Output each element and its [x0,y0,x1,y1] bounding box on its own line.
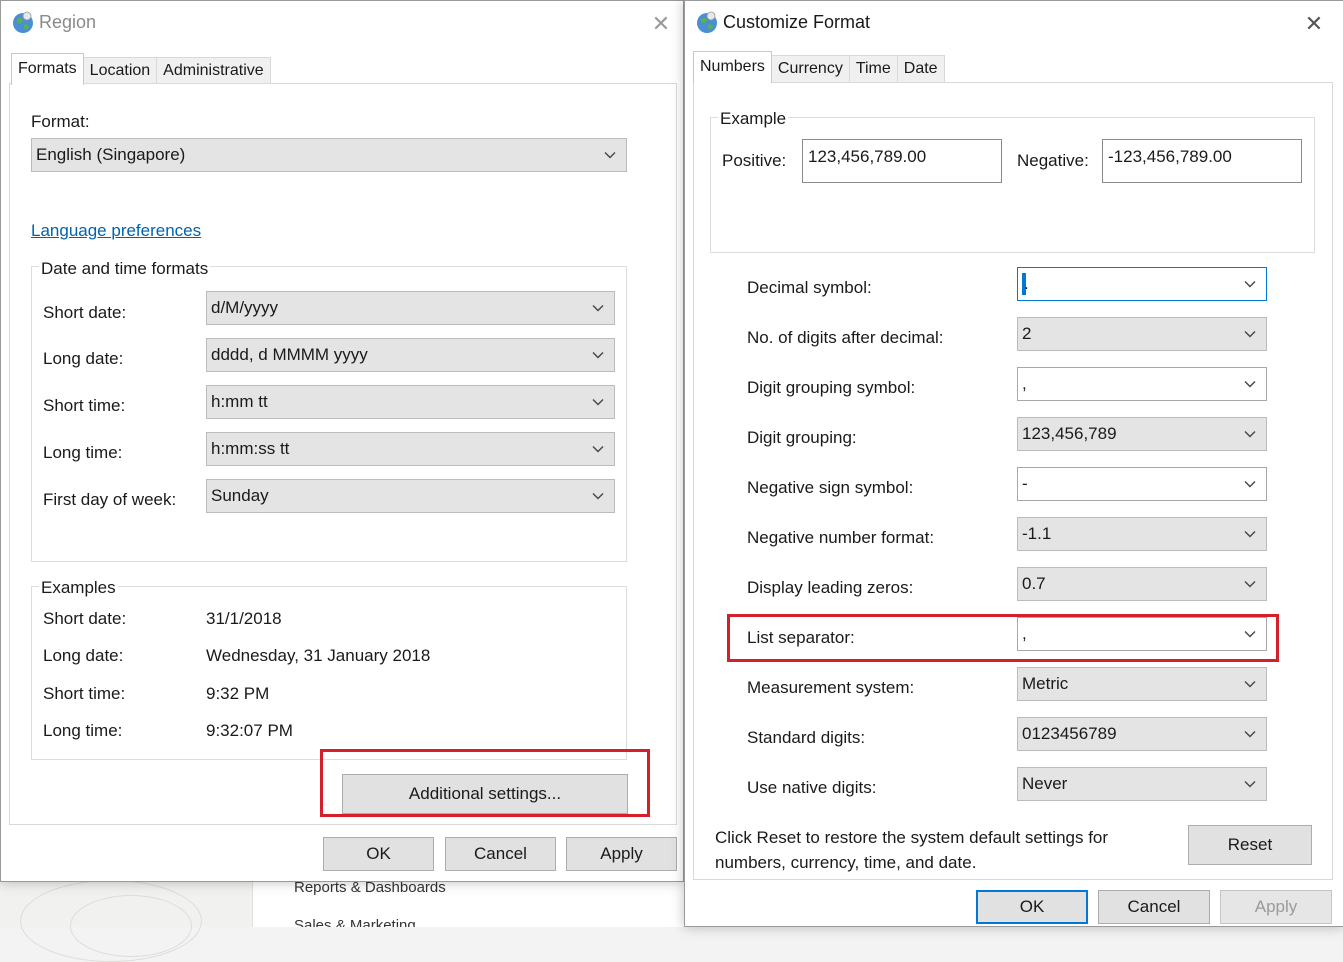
negative-number-format-combo[interactable]: -1.1 [1017,517,1267,551]
standard-digits-label: Standard digits: [747,728,866,747]
example-long-date-value: Wednesday, 31 January 2018 [206,646,431,665]
reset-note: Click Reset to restore the system defaul… [715,828,1109,872]
example-short-time-value: 9:32 PM [206,684,270,703]
measurement-system-combo[interactable]: Metric [1017,667,1267,701]
use-native-digits-combo[interactable]: Never [1017,767,1267,801]
positive-example-field: 123,456,789.00 [802,139,1002,183]
chevron-down-icon [592,399,604,406]
chevron-down-icon [604,152,616,159]
digits-after-decimal-combo[interactable]: 2 [1017,317,1267,351]
negative-example-field: -123,456,789.00 [1102,139,1302,183]
chevron-down-icon [592,305,604,312]
digits-after-decimal-label: No. of digits after decimal: [747,328,944,347]
numbers-panel: Example Positive: 123,456,789.00 Negativ… [693,82,1333,880]
tab-time[interactable]: Time [848,55,898,83]
example-short-time-label: Short time: [43,684,126,703]
chevron-down-icon [1244,681,1256,688]
region-apply-button[interactable]: Apply [566,837,677,871]
tab-administrative[interactable]: Administrative [156,57,271,85]
digit-grouping-symbol-label: Digit grouping symbol: [747,378,916,397]
format-combo[interactable]: English (Singapore) [31,138,627,172]
short-date-label: Short date: [43,303,127,322]
customize-format-window: Customize Format ✕ Numbers Currency Time… [684,0,1343,927]
first-day-combo[interactable]: Sunday [206,479,615,513]
example-short-date-value: 31/1/2018 [206,609,282,628]
region-titlebar[interactable]: Region ✕ [1,1,683,46]
negative-sign-symbol-combo[interactable]: - [1017,467,1267,501]
decimal-symbol-combo[interactable]: . [1017,267,1267,301]
background-menu-item-sales[interactable]: Sales & Marketing [294,917,416,927]
chevron-down-icon [1244,531,1256,538]
region-cancel-button[interactable]: Cancel [445,837,556,871]
measurement-system-label: Measurement system: [747,678,915,697]
customize-close-icon[interactable]: ✕ [1299,10,1329,38]
tab-formats[interactable]: Formats [11,53,84,85]
chevron-down-icon [592,493,604,500]
decimal-symbol-label: Decimal symbol: [747,278,872,297]
first-day-label: First day of week: [43,490,177,509]
digit-grouping-combo[interactable]: 123,456,789 [1017,417,1267,451]
example-title: Example [718,109,789,129]
date-time-formats-title: Date and time formats [39,259,211,279]
digit-grouping-symbol-combo[interactable]: , [1017,367,1267,401]
globe-icon [697,11,717,33]
negative-sign-symbol-label: Negative sign symbol: [747,478,914,497]
example-long-date-label: Long date: [43,646,124,665]
chevron-down-icon [1244,781,1256,788]
region-title: Region [39,12,97,32]
tab-location[interactable]: Location [82,57,158,85]
chevron-down-icon [1244,331,1256,338]
short-time-label: Short time: [43,396,126,415]
format-label: Format: [31,112,90,131]
standard-digits-combo[interactable]: 0123456789 [1017,717,1267,751]
chevron-down-icon [1244,581,1256,588]
customize-titlebar[interactable]: Customize Format ✕ [685,1,1343,46]
chevron-down-icon [1244,731,1256,738]
chevron-down-icon [1244,381,1256,388]
chevron-down-icon [592,352,604,359]
long-date-label: Long date: [43,349,124,368]
example-short-date-label: Short date: [43,609,127,628]
customize-tabs: Numbers Currency Time Date [693,51,945,83]
customize-cancel-button[interactable]: Cancel [1098,890,1210,924]
region-tabs: Formats Location Administrative [11,53,271,85]
short-time-combo[interactable]: h:mm tt [206,385,615,419]
region-ok-button[interactable]: OK [323,837,434,871]
formats-panel: Format: English (Singapore) Language pre… [9,83,677,825]
customize-ok-button[interactable]: OK [976,890,1088,924]
customize-title: Customize Format [723,12,871,32]
tab-date[interactable]: Date [896,55,945,83]
display-leading-zeros-label: Display leading zeros: [747,578,914,597]
tab-numbers[interactable]: Numbers [693,51,772,83]
additional-settings-highlight [320,749,650,817]
chevron-down-icon [1244,281,1256,288]
list-separator-highlight [727,614,1279,662]
example-long-time-value: 9:32:07 PM [206,721,293,740]
language-preferences-link[interactable]: Language preferences [31,221,201,241]
digit-grouping-label: Digit grouping: [747,428,857,447]
display-leading-zeros-combo[interactable]: 0.7 [1017,567,1267,601]
chevron-down-icon [1244,431,1256,438]
examples-title: Examples [39,578,118,598]
example-group [710,117,1315,253]
reset-button[interactable]: Reset [1188,825,1312,865]
chevron-down-icon [1244,481,1256,488]
customize-apply-button[interactable]: Apply [1220,890,1332,924]
chevron-down-icon [592,446,604,453]
negative-number-format-label: Negative number format: [747,528,935,547]
short-date-combo[interactable]: d/M/yyyy [206,291,615,325]
positive-label: Positive: [722,151,787,170]
long-time-combo[interactable]: h:mm:ss tt [206,432,615,466]
globe-icon [13,11,33,33]
region-close-icon[interactable]: ✕ [646,10,676,38]
example-long-time-label: Long time: [43,721,123,740]
use-native-digits-label: Use native digits: [747,778,877,797]
negative-label: Negative: [1017,151,1089,170]
tab-currency[interactable]: Currency [770,55,850,83]
long-time-label: Long time: [43,443,123,462]
long-date-combo[interactable]: dddd, d MMMM yyyy [206,338,615,372]
